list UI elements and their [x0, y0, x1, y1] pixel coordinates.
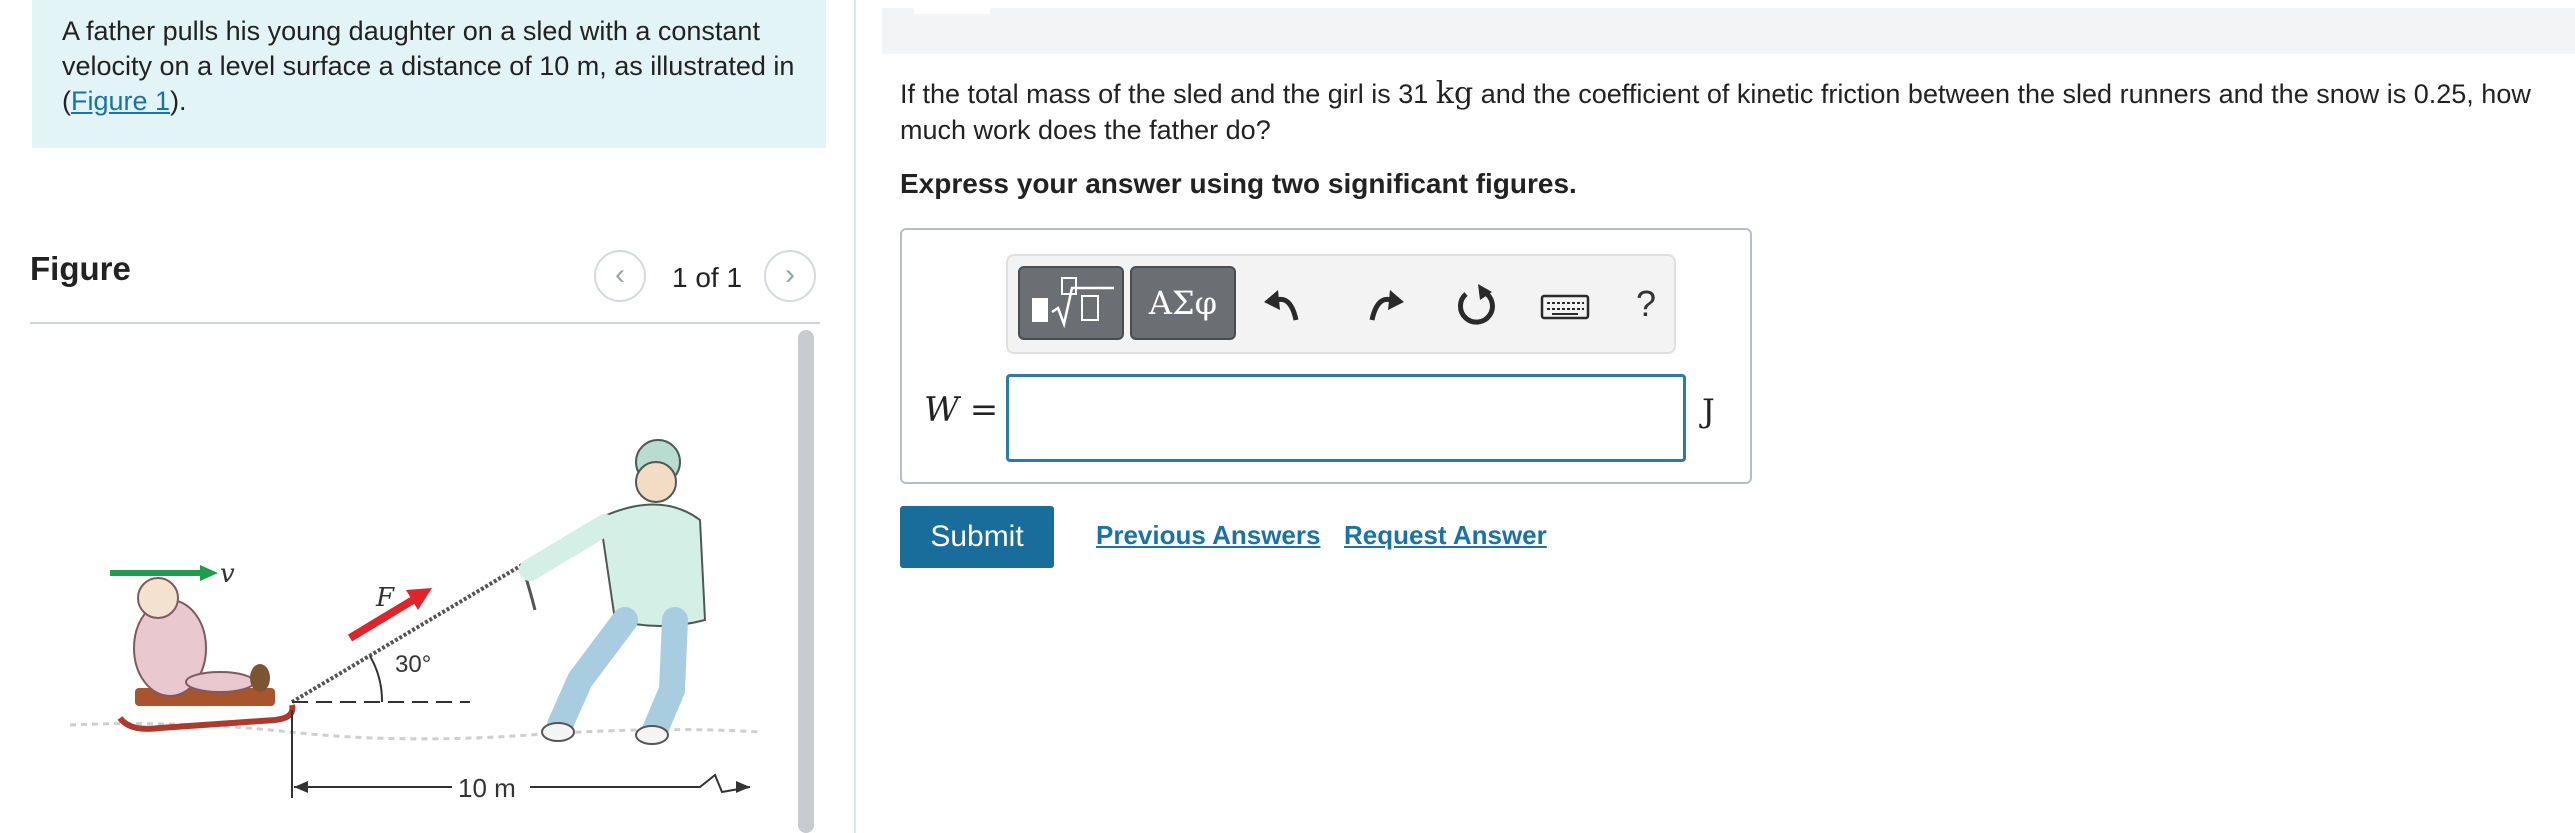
help-button[interactable]: ? — [1618, 274, 1674, 334]
reset-icon — [1457, 284, 1495, 325]
redo-icon — [1369, 290, 1404, 321]
distance-arrowhead-right — [736, 781, 750, 793]
answer-variable-label: W = — [924, 390, 999, 430]
sled-figure: v F 30° 10 m — [69, 439, 761, 803]
greek-symbols-button[interactable]: ΑΣφ — [1130, 266, 1236, 340]
father-boot-front — [635, 725, 669, 745]
father-leg-front — [642, 607, 688, 743]
redo-button[interactable] — [1356, 274, 1412, 334]
girl-boot — [250, 664, 270, 692]
father-leg-back — [547, 607, 638, 738]
question-panel: If the total mass of the sled and the gi… — [882, 0, 2575, 833]
figure-scrollbar[interactable] — [798, 330, 814, 833]
angle-arc — [369, 655, 384, 703]
problem-intro: A father pulls his young daughter on a s… — [32, 0, 826, 148]
figure-page-indicator: 1 of 1 — [671, 262, 743, 293]
templates-icon — [1032, 277, 1114, 329]
sled-runner — [117, 704, 296, 732]
distance-arrowhead-left — [294, 781, 308, 793]
problem-panel: A father pulls his young daughter on a s… — [0, 0, 855, 833]
figure-title: Figure — [30, 250, 131, 287]
figure-link[interactable]: Figure 1 — [71, 86, 170, 116]
prev-figure-button[interactable]: ‹ — [594, 250, 646, 302]
panel-divider — [854, 0, 856, 833]
keyboard-icon — [1540, 294, 1590, 320]
distance-line-right — [530, 773, 751, 794]
intro-text: A father pulls his young daughter on a s… — [62, 16, 795, 116]
math-toolbar: ΑΣφ ? — [1006, 254, 1676, 354]
answer-box: ΑΣφ ? W = J — [900, 228, 1752, 484]
figure-divider — [30, 322, 820, 324]
undo-button[interactable] — [1256, 274, 1312, 334]
tow-rope — [290, 563, 524, 704]
girl-legs — [185, 671, 255, 693]
templates-button[interactable] — [1018, 266, 1124, 340]
part-tab[interactable] — [914, 8, 990, 14]
velocity-arrowhead — [200, 565, 218, 581]
answer-instruction: Express your answer using two significan… — [900, 168, 1577, 199]
girl-head — [137, 577, 179, 619]
force-label: F — [375, 583, 395, 613]
father-arm — [519, 514, 616, 581]
keyboard-button[interactable] — [1534, 274, 1598, 334]
father-boot-back — [541, 722, 575, 742]
figure-pager: ‹ 1 of 1 › — [594, 250, 819, 306]
answer-unit: J — [1702, 392, 1715, 430]
velocity-label: v — [220, 559, 235, 589]
question-text: If the total mass of the sled and the gi… — [900, 76, 2531, 145]
undo-icon — [1264, 290, 1299, 321]
reset-button[interactable] — [1448, 274, 1504, 334]
father-head — [635, 461, 677, 503]
previous-answers-link[interactable]: Previous Answers — [1096, 520, 1320, 551]
distance-label: 10 m — [458, 773, 516, 803]
next-figure-button[interactable]: › — [764, 250, 816, 302]
angle-label: 30° — [395, 651, 431, 678]
submit-button[interactable]: Submit — [900, 506, 1054, 568]
answer-input[interactable] — [1006, 374, 1686, 462]
part-header-bar — [882, 8, 2575, 54]
request-answer-link[interactable]: Request Answer — [1344, 520, 1547, 551]
